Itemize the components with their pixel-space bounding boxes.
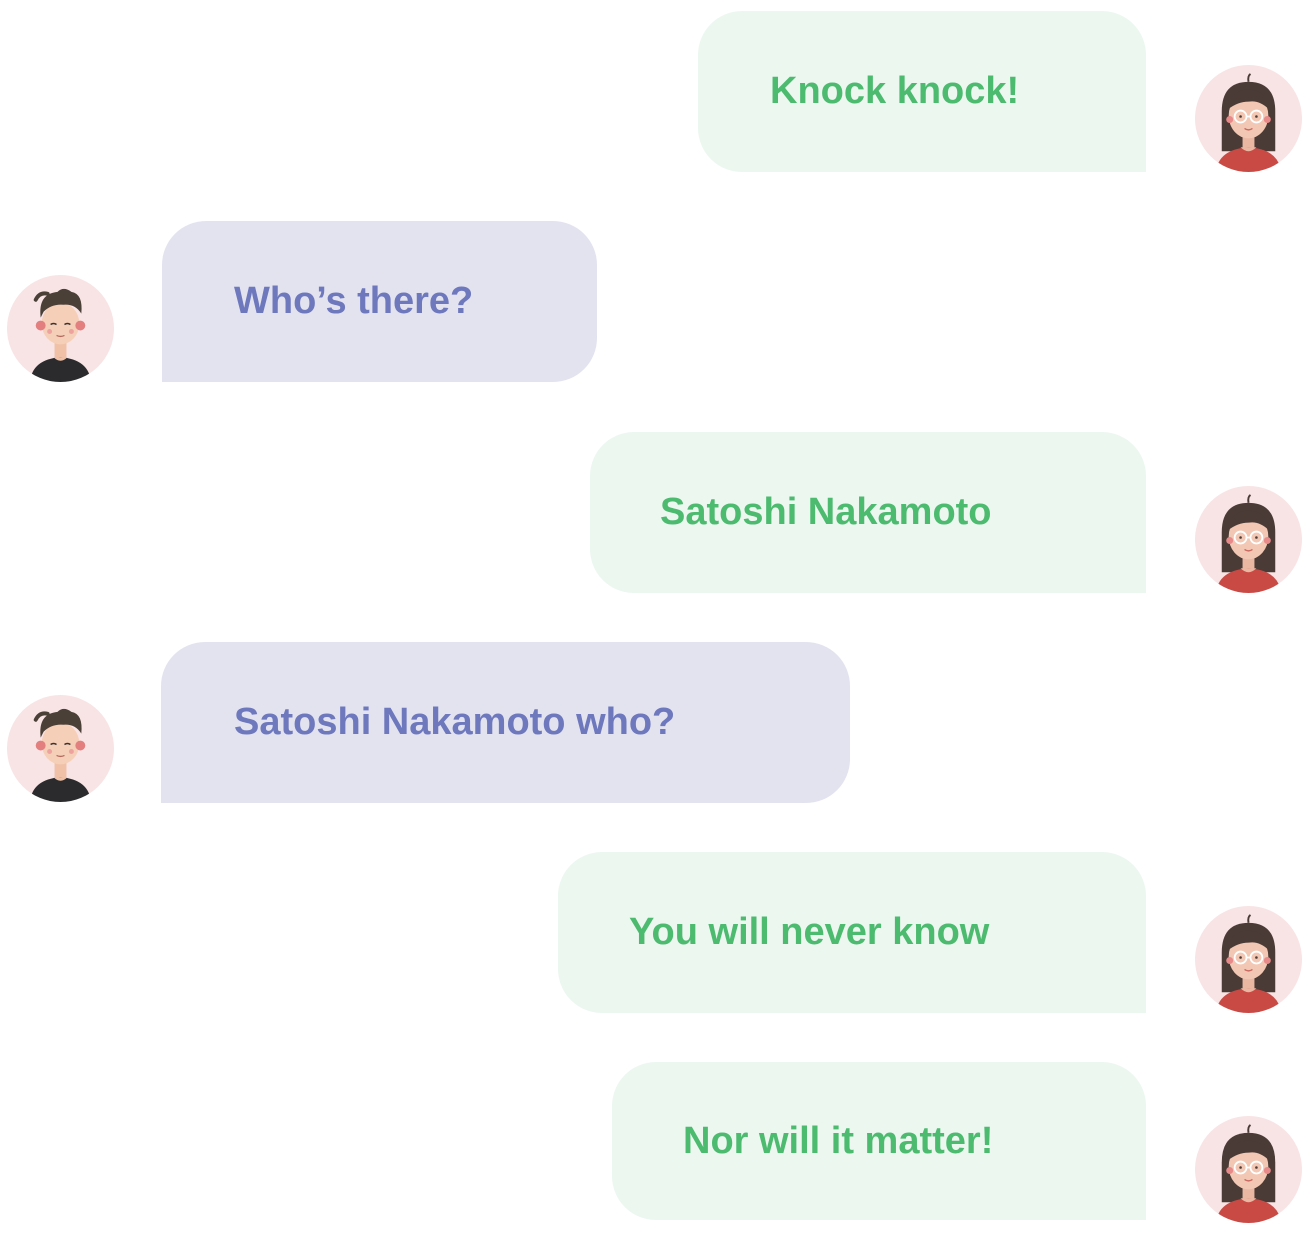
message-bubble-him: Satoshi Nakamoto who? bbox=[161, 642, 850, 803]
message-bubble-him: Who’s there? bbox=[162, 221, 597, 382]
woman-with-glasses-avatar-icon bbox=[1194, 485, 1303, 594]
woman-with-glasses-avatar-icon bbox=[1194, 1115, 1303, 1224]
woman-with-glasses-avatar-icon bbox=[1194, 64, 1303, 173]
man-avatar-icon bbox=[6, 274, 115, 383]
message-text: Satoshi Nakamoto who? bbox=[234, 701, 676, 743]
message-text: Nor will it matter! bbox=[683, 1119, 994, 1162]
message-text: You will never know bbox=[629, 911, 990, 953]
message-bubble-her: Knock knock! bbox=[698, 11, 1146, 172]
message-text: Knock knock! bbox=[770, 70, 1020, 112]
message-bubble-her: You will never know bbox=[558, 852, 1146, 1013]
woman-with-glasses-avatar-icon bbox=[1194, 905, 1303, 1014]
chat-thread: Knock knock! Who’s there? Satoshi Nakamo… bbox=[0, 0, 1307, 1235]
message-text: Who’s there? bbox=[234, 280, 474, 322]
message-bubble-her: Satoshi Nakamoto bbox=[590, 432, 1146, 593]
message-bubble-her: Nor will it matter! bbox=[612, 1062, 1146, 1220]
man-avatar-icon bbox=[6, 694, 115, 803]
message-text: Satoshi Nakamoto bbox=[660, 491, 992, 533]
